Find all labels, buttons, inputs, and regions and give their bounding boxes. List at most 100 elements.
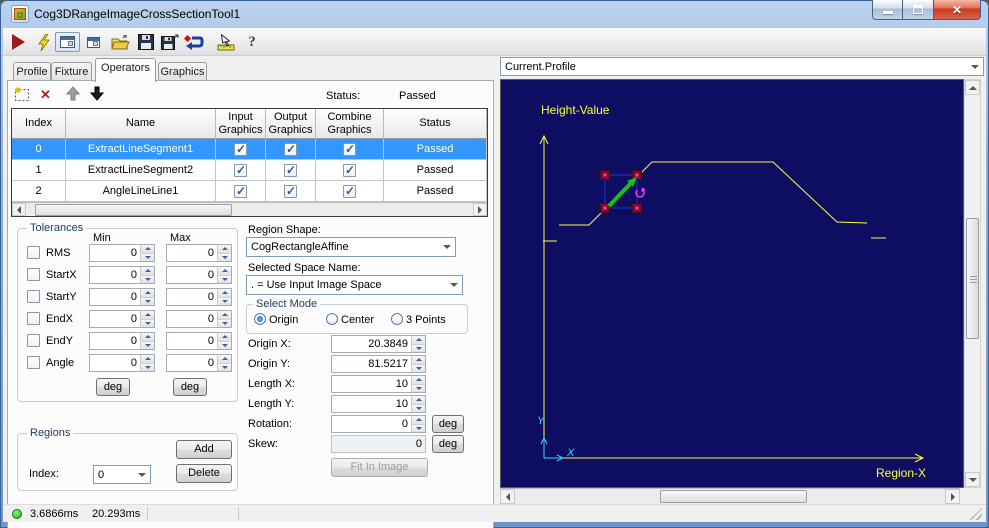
spin-up-icon[interactable] <box>218 267 231 275</box>
spin-down-icon[interactable] <box>141 340 154 349</box>
numeric-input[interactable]: 0 <box>89 332 155 350</box>
spin-up-icon[interactable] <box>141 311 154 319</box>
spin-up-icon[interactable] <box>141 333 154 341</box>
spin-down-icon[interactable] <box>218 274 231 283</box>
display-source-select[interactable]: Current.Profile <box>500 57 984 76</box>
tab-graphics[interactable]: Graphics <box>158 62 207 82</box>
numeric-input[interactable]: 0 <box>166 354 232 372</box>
tolerance-checkbox-endy[interactable] <box>27 334 40 347</box>
tolerance-checkbox-endx[interactable] <box>27 312 40 325</box>
col-header[interactable]: Status <box>384 109 487 138</box>
spin-up-icon[interactable] <box>141 245 154 253</box>
tolerance-checkbox-rms[interactable] <box>27 246 40 259</box>
tab-fixture[interactable]: Fixture <box>51 62 92 82</box>
close-button[interactable]: ✕ <box>934 0 981 20</box>
graphics-checkbox[interactable] <box>343 163 356 177</box>
graphics-checkbox[interactable] <box>234 142 247 156</box>
spin-down-icon[interactable] <box>218 252 231 261</box>
save-file-icon[interactable] <box>135 32 157 52</box>
tolerance-checkbox-starty[interactable] <box>27 290 40 303</box>
spin-up-icon[interactable] <box>218 311 231 319</box>
region-index-select[interactable]: 0 <box>93 465 151 484</box>
table-row[interactable]: 0ExtractLineSegment1 Passed <box>12 139 487 160</box>
numeric-input[interactable]: 0 <box>89 244 155 262</box>
pointer-ruler-icon[interactable] <box>215 32 237 52</box>
trigger-lightning-icon[interactable] <box>33 32 55 52</box>
graphics-checkbox[interactable] <box>343 184 356 198</box>
spin-down-icon[interactable] <box>412 343 425 352</box>
run-icon[interactable] <box>7 32 29 52</box>
maximize-button[interactable] <box>903 0 934 20</box>
spin-up-icon[interactable] <box>141 289 154 297</box>
minimize-button[interactable] <box>872 0 903 20</box>
spin-up-icon[interactable] <box>412 376 425 384</box>
spin-down-icon[interactable] <box>412 363 425 372</box>
float-window-icon[interactable] <box>82 32 104 52</box>
spin-down-icon[interactable] <box>412 403 425 412</box>
delete-region-button[interactable]: Delete <box>176 464 232 483</box>
spin-down-icon[interactable] <box>412 423 425 432</box>
plot-hscroll-thumb[interactable] <box>660 490 807 503</box>
numeric-input[interactable]: 0 <box>331 435 426 453</box>
table-row[interactable]: 2AngleLineLine1 Passed <box>12 181 487 202</box>
numeric-input[interactable]: 0 <box>89 266 155 284</box>
spin-up-icon[interactable] <box>412 416 425 424</box>
plot-hscrollbar[interactable] <box>500 488 960 504</box>
scroll-right-icon[interactable] <box>945 489 960 504</box>
graphics-checkbox[interactable] <box>234 163 247 177</box>
save-as-icon[interactable] <box>159 32 181 52</box>
scroll-right-icon[interactable] <box>473 203 487 216</box>
deg-button[interactable]: deg <box>432 435 464 453</box>
region-corner-handle[interactable] <box>600 170 610 180</box>
spin-up-icon[interactable] <box>141 267 154 275</box>
numeric-input[interactable]: 0 <box>89 288 155 306</box>
add-region-button[interactable]: Add <box>176 440 232 459</box>
spin-down-icon[interactable] <box>141 252 154 261</box>
scroll-down-icon[interactable] <box>965 472 980 487</box>
graphics-checkbox[interactable] <box>234 184 247 198</box>
spin-up-icon[interactable] <box>412 356 425 364</box>
graphics-checkbox[interactable] <box>284 142 297 156</box>
numeric-input[interactable]: 0 <box>331 415 426 433</box>
tab-operators[interactable]: Operators <box>95 58 156 82</box>
title-bar[interactable]: Cog3DRangeImageCrossSectionTool1 ✕ <box>0 0 989 28</box>
tolerance-checkbox-startx[interactable] <box>27 268 40 281</box>
region-direction-arrow[interactable] <box>607 181 633 208</box>
spin-down-icon[interactable] <box>141 274 154 283</box>
region-corner-handle[interactable] <box>632 203 642 213</box>
graphics-checkbox[interactable] <box>284 163 297 177</box>
spin-up-icon[interactable] <box>218 333 231 341</box>
spin-up-icon[interactable] <box>218 245 231 253</box>
graphics-checkbox[interactable] <box>343 142 356 156</box>
reset-icon[interactable] <box>183 32 205 52</box>
numeric-input[interactable]: 0 <box>166 310 232 328</box>
col-header[interactable]: Input Graphics <box>216 109 266 138</box>
spin-down-icon[interactable] <box>141 362 154 371</box>
numeric-input[interactable]: 10 <box>331 395 426 413</box>
numeric-input[interactable]: 20.3849 <box>331 335 426 353</box>
spin-up-icon[interactable] <box>412 336 425 344</box>
radio-center[interactable] <box>326 313 338 325</box>
open-file-icon[interactable] <box>109 32 131 52</box>
region-shape-select[interactable]: CogRectangleAffine <box>246 237 456 257</box>
fit-in-image-button[interactable]: Fit In Image <box>331 458 428 477</box>
move-down-icon[interactable] <box>89 86 105 106</box>
col-header[interactable]: Index <box>12 109 66 138</box>
resize-grip[interactable] <box>969 508 982 520</box>
profile-display[interactable]: Height-Value Region-X Y X <box>500 79 964 488</box>
spin-down-icon[interactable] <box>218 362 231 371</box>
numeric-input[interactable]: 0 <box>89 354 155 372</box>
col-header[interactable]: Output Graphics <box>266 109 316 138</box>
numeric-input[interactable]: 81.5217 <box>331 355 426 373</box>
spin-down-icon[interactable] <box>141 296 154 305</box>
numeric-input[interactable]: 10 <box>331 375 426 393</box>
region-corner-handle[interactable] <box>632 170 642 180</box>
table-hscrollbar[interactable] <box>12 202 487 216</box>
spin-down-icon[interactable] <box>218 340 231 349</box>
table-hscroll-thumb[interactable] <box>35 204 232 216</box>
space-name-select[interactable]: . = Use Input Image Space <box>246 275 463 295</box>
radio-3-points[interactable] <box>391 313 403 325</box>
plot-vscrollbar[interactable] <box>964 79 981 488</box>
spin-up-icon[interactable] <box>218 289 231 297</box>
tab-profile[interactable]: Profile <box>13 62 51 82</box>
